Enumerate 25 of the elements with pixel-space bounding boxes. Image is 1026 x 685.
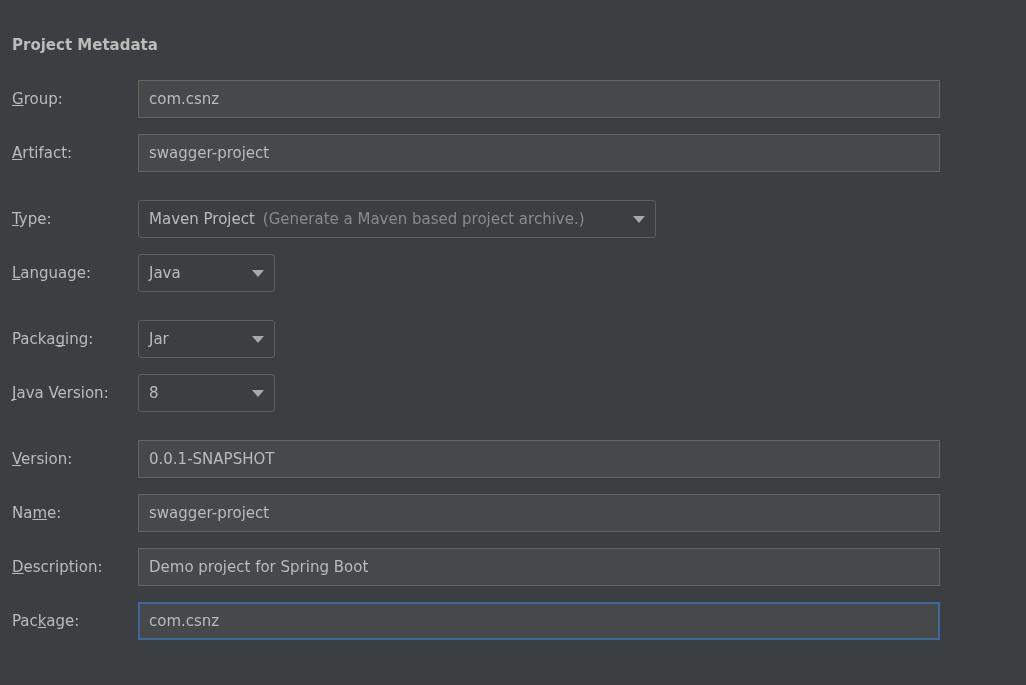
field-label: Package: [12,610,81,632]
field-label: Description: [12,556,104,578]
field-label: Language: [12,262,93,284]
dropdown[interactable]: 8 [138,374,275,412]
field-label: Version: [12,448,74,470]
dropdown[interactable]: Maven Project (Generate a Maven based project archive.) [138,200,656,238]
caret-icon [252,269,264,277]
section-heading: Project Metadata [12,35,159,56]
text-field[interactable]: swagger-project [138,134,940,172]
text-field[interactable]: com.csnz [138,80,940,118]
text-field[interactable]: 0.0.1-SNAPSHOT [138,440,940,478]
field-label: Artifact: [12,142,74,164]
field-label: Type: [12,208,53,230]
text-field[interactable]: swagger-project [138,494,940,532]
dropdown[interactable]: Jar [138,320,275,358]
field-label: Java Version: [12,382,110,404]
field-label: Group: [12,88,64,110]
field-label: Packaging: [12,328,95,350]
dropdown[interactable]: Java [138,254,275,292]
text-field[interactable]: com.csnz [138,602,940,640]
caret-icon [252,389,264,397]
text-field[interactable]: Demo project for Spring Boot [138,548,940,586]
caret-icon [252,335,264,343]
caret-icon [632,215,645,223]
field-label: Name: [12,502,63,524]
